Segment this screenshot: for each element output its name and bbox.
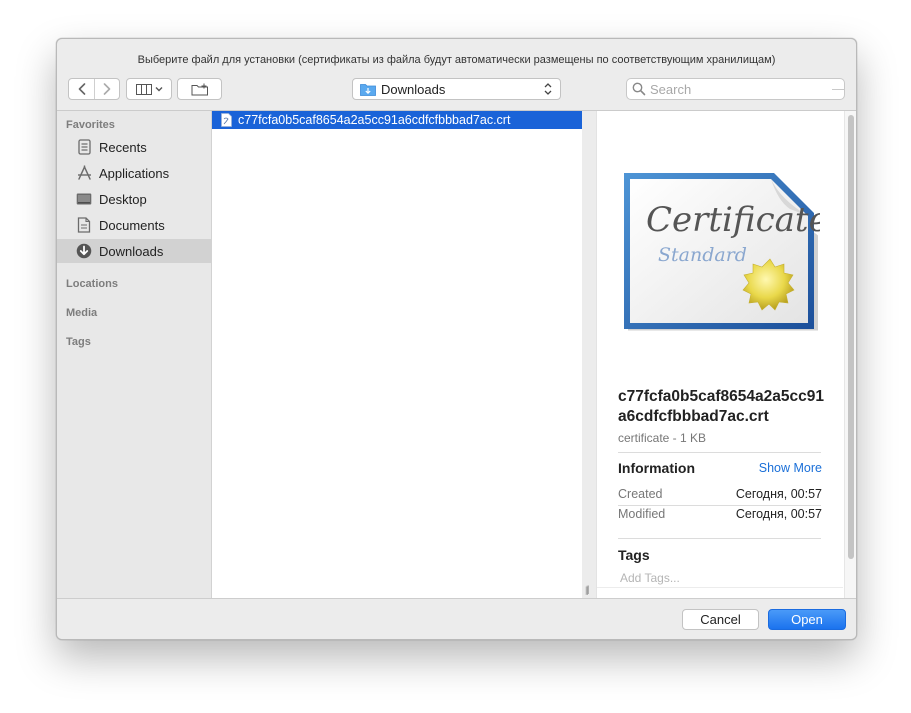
sidebar-header-media[interactable]: Media [66, 307, 97, 319]
created-label: Created [618, 487, 663, 501]
separator [618, 538, 821, 539]
modified-value: Сегодня, 00:57 [735, 507, 822, 521]
created-value: Сегодня, 00:57 [735, 487, 822, 501]
certificate-title: Certificate [646, 200, 820, 240]
file-open-dialog: Выберите файл для установки (сертификаты… [56, 38, 857, 640]
certificate-subtitle: Standard [658, 244, 747, 266]
preview-pane: Certificate Standard c77fcfa0b5caf8654a2… [596, 111, 844, 598]
certificate-preview-icon: Certificate Standard [624, 173, 820, 331]
certificate-file-icon [221, 113, 232, 127]
separator [618, 452, 821, 453]
separator [618, 505, 821, 506]
chevron-down-icon [155, 87, 162, 92]
sidebar-item-applications[interactable]: Applications [57, 161, 211, 185]
file-row[interactable]: c77fcfa0b5caf8654a2a5cc91a6cdfcfbbbad7ac… [212, 111, 582, 129]
view-mode-button[interactable] [126, 78, 172, 100]
desktop-icon [76, 193, 92, 205]
open-button[interactable]: Open [768, 609, 846, 630]
columns-view-icon [135, 83, 152, 95]
information-header: Information [618, 460, 695, 476]
forward-button[interactable] [94, 79, 119, 99]
back-button[interactable] [69, 79, 94, 99]
downloads-icon [76, 243, 92, 259]
sidebar-item-documents[interactable]: Documents [57, 213, 211, 237]
location-popup[interactable]: Downloads [352, 78, 561, 100]
documents-icon [77, 217, 91, 233]
downloads-folder-icon [360, 83, 376, 96]
show-more-link[interactable]: Show More [759, 461, 822, 475]
sidebar: Favorites Recents Applications Desktop D… [57, 111, 212, 598]
add-tags-field[interactable]: Add Tags... [620, 571, 680, 585]
location-label: Downloads [381, 81, 446, 97]
sidebar-header-locations[interactable]: Locations [66, 278, 118, 290]
sidebar-item-label: Desktop [99, 191, 147, 207]
new-folder-icon [191, 83, 208, 95]
sidebar-item-label: Downloads [99, 243, 164, 259]
preview-file-kind: certificate - 1 KB [618, 431, 707, 445]
separator [597, 587, 843, 588]
search-icon [632, 82, 646, 96]
sidebar-item-label: Recents [99, 139, 147, 155]
file-list-column: c77fcfa0b5caf8654a2a5cc91a6cdfcfbbbad7ac… [212, 111, 590, 598]
cancel-button[interactable]: Cancel [682, 609, 759, 630]
sidebar-item-downloads[interactable]: Downloads [57, 239, 211, 263]
dialog-title: Выберите файл для установки (сертификаты… [137, 54, 776, 66]
search-field[interactable] [626, 78, 845, 100]
sidebar-item-label: Applications [99, 165, 170, 181]
dialog-footer: Cancel Open [57, 598, 856, 639]
recents-icon [77, 139, 91, 155]
chevron-left-icon [78, 83, 85, 95]
scrollbar-thumb[interactable] [848, 115, 854, 559]
tags-header: Tags [618, 547, 650, 563]
new-folder-button[interactable] [177, 78, 222, 100]
sidebar-item-label: Documents [99, 217, 165, 233]
sidebar-header-favorites: Favorites [66, 119, 115, 131]
preview-file-name: c77fcfa0b5caf8654a2a5cc91a6cdfcfbbbad7ac… [618, 388, 824, 425]
sidebar-item-desktop[interactable]: Desktop [57, 187, 211, 211]
file-name: c77fcfa0b5caf8654a2a5cc91a6cdfcfbbbad7ac… [238, 113, 511, 127]
search-field-edge [832, 89, 844, 90]
updown-chevron-icon [544, 83, 552, 95]
back-forward-control [68, 78, 120, 100]
modified-label: Modified [618, 507, 666, 521]
sidebar-item-recents[interactable]: Recents [57, 135, 211, 159]
search-input[interactable] [650, 81, 820, 97]
chevron-right-icon [103, 83, 110, 95]
applications-icon [77, 165, 91, 180]
sidebar-header-tags[interactable]: Tags [66, 336, 91, 348]
preview-scrollbar[interactable] [844, 111, 856, 598]
